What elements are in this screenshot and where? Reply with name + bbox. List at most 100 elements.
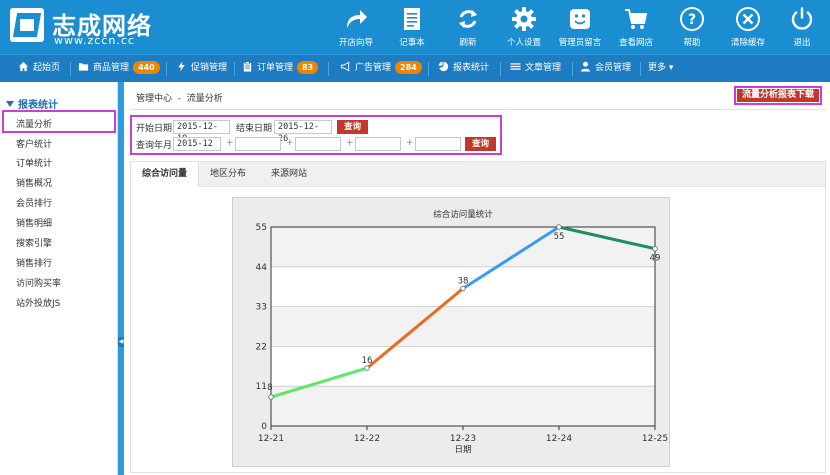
cart-icon	[625, 9, 648, 29]
nav-item-reports[interactable]: 报表统计	[438, 55, 489, 82]
plus-sign: +	[286, 138, 294, 148]
end-date-label: 结束日期	[236, 124, 273, 134]
nav-item-promotions[interactable]: 促销管理	[176, 55, 227, 82]
sidebar-item-visit-purchase-rate[interactable]: 访问购买率	[16, 276, 61, 289]
sidebar-item-sales-overview[interactable]: 销售概况	[16, 176, 52, 189]
nav-label: 更多 ▾	[648, 63, 674, 73]
nav-label: 促销管理	[191, 63, 228, 73]
tool-label: 开店向导	[338, 38, 373, 48]
logo-url: www.zccn.cc	[54, 34, 135, 47]
y-tick-label: 11	[256, 382, 267, 392]
data-label: 49	[650, 254, 661, 264]
month-input-5[interactable]	[415, 137, 461, 151]
end-date-input[interactable]: 2015-12-26	[274, 120, 332, 144]
x-tick-label: 12-22	[354, 434, 380, 444]
nav-label: 报表统计	[453, 63, 490, 73]
tool-label: 个人设置	[506, 38, 541, 48]
grid-band	[271, 306, 655, 347]
clipboard-icon	[243, 61, 252, 72]
sidebar-item-sales-rank[interactable]: 销售排行	[16, 256, 52, 269]
nav-label: 商品管理	[93, 63, 130, 73]
tool-help-button[interactable]: ? 帮助	[666, 0, 718, 54]
month-query-button[interactable]: 查询	[465, 137, 496, 151]
visits-line-chart: 0 11 22 33 44 55 12-21 12-22 12-23 12-24 12-25 综合访问…	[256, 209, 669, 455]
tool-settings-button[interactable]: 个人设置	[498, 0, 550, 54]
date-query-button[interactable]: 查询	[337, 120, 368, 134]
tool-view-shop-button[interactable]: 查看网店	[610, 0, 662, 54]
sidebar-item-member-rank[interactable]: 会员排行	[16, 196, 52, 209]
nav-label: 文章管理	[525, 63, 562, 73]
x-axis-label: 日期	[454, 445, 471, 455]
chart-container: 0 11 22 33 44 55 12-21 12-22 12-23 12-24 12-25 综合访问…	[232, 197, 670, 467]
grid-band	[271, 386, 655, 426]
tool-label: 退出	[793, 38, 811, 48]
tab-bar: 综合访问量 地区分布 来源网站	[130, 161, 826, 187]
sidebar-title[interactable]: 报表统计	[6, 96, 58, 111]
home-icon	[18, 61, 29, 72]
data-point	[556, 224, 562, 230]
power-icon	[791, 7, 813, 30]
nav-item-home[interactable]: 起始页	[18, 55, 60, 82]
share-arrow-icon	[347, 10, 367, 28]
tool-message-button[interactable]: 管理员留言	[554, 0, 606, 54]
tab-overall-visits[interactable]: 综合访问量	[131, 162, 199, 187]
nav-label: 会员管理	[595, 63, 632, 73]
sidebar-item-sales-detail[interactable]: 销售明细	[16, 216, 52, 229]
y-tick-label: 22	[256, 342, 267, 352]
tool-label: 管理员留言	[558, 38, 602, 48]
nav-item-articles[interactable]: 文章管理	[510, 55, 561, 82]
main-nav: 起始页 商品管理 440 促销管理 订单管理 83 广告管理 284 报表统计 文章管…	[0, 54, 830, 82]
logo-mark	[10, 8, 50, 48]
pie-chart-icon	[438, 61, 449, 72]
nav-item-orders[interactable]: 订单管理 83	[242, 55, 319, 82]
tool-wizard-button[interactable]: 开店向导	[330, 0, 382, 54]
nav-item-members[interactable]: 会员管理	[580, 55, 631, 82]
tool-logout-button[interactable]: 退出	[776, 0, 828, 54]
tool-label: 记事本	[399, 38, 425, 48]
sidebar-item-external-js[interactable]: 站外投放JS	[16, 296, 60, 309]
tool-notebook-button[interactable]: 记事本	[386, 0, 438, 54]
refresh-icon	[459, 10, 477, 28]
start-date-input[interactable]: 2015-12-19	[173, 120, 230, 144]
main-panel: 管理中心 - 流量分析 流量分析报表下载 开始日期 2015-12-19 结束日…	[124, 82, 830, 475]
x-tick-label: 12-21	[258, 434, 284, 444]
y-tick-label: 44	[256, 263, 268, 273]
sidebar-item-orders[interactable]: 订单统计	[16, 156, 52, 169]
start-date-label: 开始日期	[136, 124, 173, 134]
month-input-2[interactable]	[235, 137, 281, 151]
orders-badge: 83	[297, 61, 319, 74]
help-icon: ?	[680, 7, 704, 31]
plus-sign: +	[226, 138, 234, 148]
nav-item-products[interactable]: 商品管理 440	[78, 55, 160, 82]
x-tick-label: 12-23	[450, 434, 476, 444]
month-input-4[interactable]	[355, 137, 401, 151]
sidebar-item-search-engine[interactable]: 搜索引擎	[16, 236, 52, 249]
month-input-3[interactable]	[295, 137, 341, 151]
breadcrumb-divider	[130, 109, 826, 110]
tool-label: 清除缓存	[730, 38, 765, 48]
month-input-1[interactable]: 2015-12	[173, 137, 221, 151]
sidebar-item-customers[interactable]: 客户统计	[16, 137, 52, 150]
data-label: 16	[362, 356, 373, 366]
query-panel: 开始日期 2015-12-19 结束日期 2015-12-26 查询 查询年月 …	[130, 115, 502, 155]
megaphone-icon	[340, 61, 350, 72]
sidebar-item-traffic[interactable]: 流量分析	[16, 117, 52, 130]
caret-down-icon	[6, 101, 14, 107]
tool-refresh-button[interactable]: 刷新	[442, 0, 494, 54]
data-point	[652, 246, 658, 252]
svg-text:?: ?	[688, 12, 696, 28]
grid-band	[271, 227, 655, 267]
report-download-button[interactable]: 流量分析报表下载	[734, 86, 822, 105]
tool-clear-cache-button[interactable]: 清除缓存	[722, 0, 774, 54]
data-label: 55	[554, 232, 565, 242]
tool-label: 查看网店	[618, 38, 653, 48]
tab-source-site[interactable]: 来源网站	[257, 162, 321, 187]
tab-region[interactable]: 地区分布	[199, 162, 257, 187]
nav-label: 广告管理	[355, 63, 392, 73]
nav-item-ads[interactable]: 广告管理 284	[340, 55, 422, 82]
data-label: 38	[458, 277, 469, 287]
nav-label: 起始页	[33, 63, 61, 73]
data-point	[460, 285, 466, 292]
nav-item-more[interactable]: 更多 ▾	[648, 55, 673, 82]
clear-icon	[736, 7, 760, 31]
